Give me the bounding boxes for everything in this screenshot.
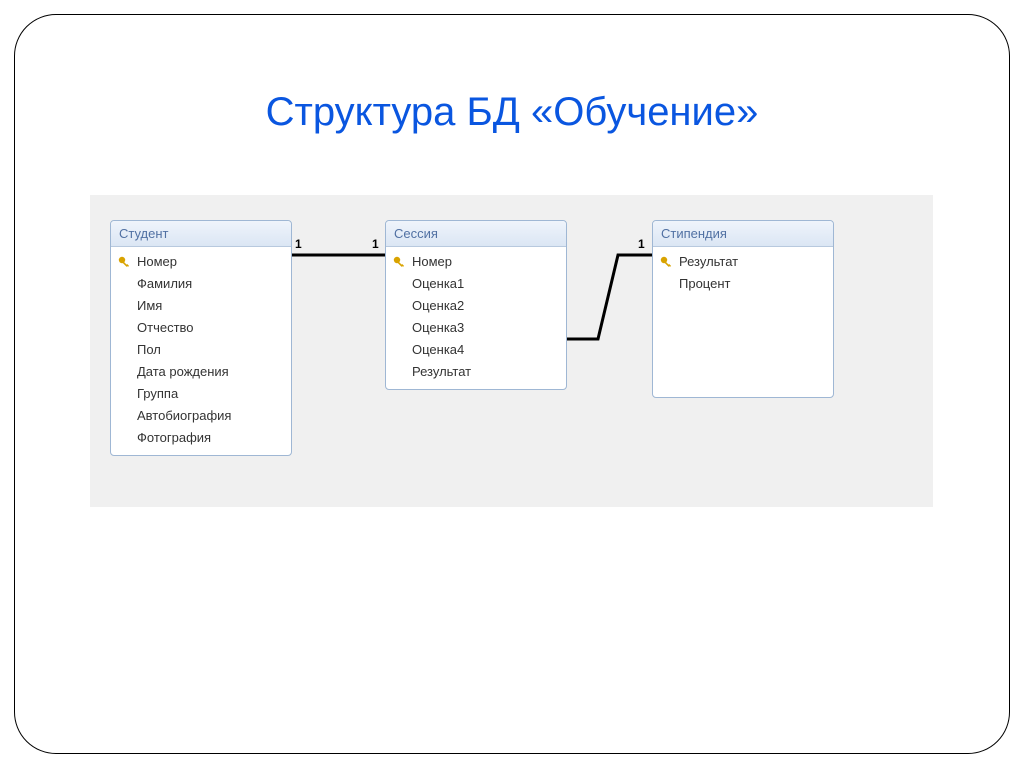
field-label: Отчество (137, 319, 194, 337)
field-label: Дата рождения (137, 363, 229, 381)
field-row: Оценка2 (386, 295, 566, 317)
field-row: Отчество (111, 317, 291, 339)
field-label: Оценка4 (412, 341, 464, 359)
er-diagram: 1 1 ∞ 1 Студент Номер Фамилия Имя Отчест… (90, 195, 933, 507)
entity-header: Сессия (386, 221, 566, 247)
entity-body: Номер Фамилия Имя Отчество Пол Дата рожд… (111, 247, 291, 455)
cardinality-label: 1 (372, 237, 379, 251)
field-row: Автобиография (111, 405, 291, 427)
slide: Структура БД «Обучение» 1 1 ∞ 1 Студент (0, 0, 1024, 768)
field-label: Фотография (137, 429, 211, 447)
field-row: Фотография (111, 427, 291, 449)
entity-body: Номер Оценка1 Оценка2 Оценка3 Оценка4 Ре… (386, 247, 566, 389)
cardinality-label: 1 (295, 237, 302, 251)
field-row: Номер (386, 251, 566, 273)
field-row: Результат (386, 361, 566, 383)
field-label: Оценка2 (412, 297, 464, 315)
diagram-panel: 1 1 ∞ 1 Студент Номер Фамилия Имя Отчест… (90, 195, 933, 507)
field-row: Имя (111, 295, 291, 317)
field-label: Группа (137, 385, 178, 403)
cardinality-label: 1 (638, 237, 645, 251)
field-row: Оценка4 (386, 339, 566, 361)
key-icon (392, 255, 408, 269)
field-label: Процент (679, 275, 730, 293)
key-icon (117, 255, 133, 269)
field-row: Дата рождения (111, 361, 291, 383)
field-label: Автобиография (137, 407, 231, 425)
field-row: Оценка1 (386, 273, 566, 295)
entity-scholarship[interactable]: Стипендия Результат Процент (652, 220, 834, 398)
entity-header: Стипендия (653, 221, 833, 247)
entity-body: Результат Процент (653, 247, 833, 397)
slide-title: Структура БД «Обучение» (0, 90, 1024, 135)
field-label: Результат (412, 363, 471, 381)
field-row: Оценка3 (386, 317, 566, 339)
field-label: Номер (412, 253, 452, 271)
field-label: Фамилия (137, 275, 192, 293)
key-icon (659, 255, 675, 269)
field-label: Пол (137, 341, 161, 359)
field-row: Группа (111, 383, 291, 405)
field-label: Имя (137, 297, 162, 315)
entity-header: Студент (111, 221, 291, 247)
field-label: Оценка3 (412, 319, 464, 337)
field-label: Оценка1 (412, 275, 464, 293)
field-row: Фамилия (111, 273, 291, 295)
field-row: Результат (653, 251, 833, 273)
field-row: Пол (111, 339, 291, 361)
entity-student[interactable]: Студент Номер Фамилия Имя Отчество Пол Д… (110, 220, 292, 456)
field-row: Номер (111, 251, 291, 273)
field-label: Результат (679, 253, 738, 271)
field-label: Номер (137, 253, 177, 271)
entity-session[interactable]: Сессия Номер Оценка1 Оценка2 Оценка3 Оце… (385, 220, 567, 390)
field-row: Процент (653, 273, 833, 295)
